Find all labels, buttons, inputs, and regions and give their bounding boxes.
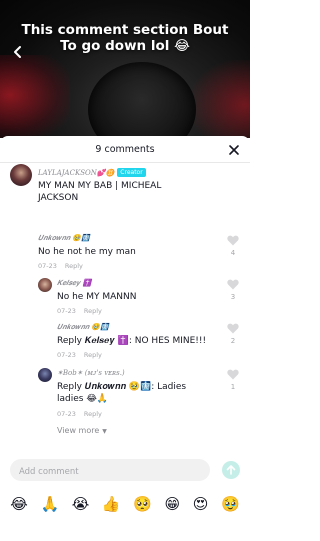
comment-sheet: 9 comments LAYLAJACKSON💕♊ Creator MY MAN … [0,136,250,541]
comment-input[interactable] [10,461,210,483]
comment-input-container [10,459,210,483]
emoji-button[interactable]: 😭 [72,495,90,513]
send-arrow-icon [226,465,236,475]
comment-date: 07-23 [38,262,57,270]
like-count: 2 [230,337,236,345]
heart-icon[interactable] [227,235,239,246]
emoji-quick-bar: 😂 🙏 😭 👍 🥺 😁 😍 🥹 [0,492,250,516]
comment-username[interactable]: ✶𝐵𝑜𝑏✶ (ᴍᴊ's ᴠᴇʀs.) [57,369,125,377]
video-caption: This comment section Bout To go down lol… [0,22,250,54]
avatar[interactable] [10,164,32,186]
emoji-button[interactable]: 👍 [102,495,121,513]
caption-line-2: To go down lol 😂 [60,38,190,54]
creator-badge: Creator [117,168,146,177]
comment-sheet-header: 9 comments [0,136,250,162]
comment-text: MY MAN MY BAB | MICHEAL JACKSON [38,181,162,203]
heart-icon[interactable] [227,369,239,380]
send-button[interactable] [222,461,240,479]
close-icon[interactable] [227,143,241,157]
like-count: 3 [230,293,236,301]
comment-text: Reply 𝑲𝒆𝒍𝒔𝒆𝒚 ✝️: NO HES MINE!!! [57,336,207,346]
comment-count: 9 comments [95,144,155,155]
comment-username[interactable]: LAYLAJACKSON💕♊ Creator [38,168,146,177]
chevron-down-icon: ▼ [102,428,107,435]
comment-text: Reply 𝑼𝒏𝒌𝒐𝒘𝒏𝒏 🥹🩻: Ladies ladies 😂🙏 [57,382,187,404]
reply-button[interactable]: Reply [65,262,83,270]
avatar[interactable] [38,368,52,382]
back-arrow-icon[interactable] [10,44,26,60]
comment-meta: 07-23 Reply [57,307,110,315]
comment-date: 07-23 [57,351,76,359]
comment-date: 07-23 [57,307,76,315]
avatar[interactable] [38,278,52,292]
emoji-button[interactable]: 😁 [164,495,180,513]
like-count: 4 [230,249,236,257]
comment-username[interactable]: 𝑲𝒆𝒍𝒔𝒆𝒚 ✝️ [57,279,91,288]
comment-username[interactable]: 𝑼𝒏𝒌𝒐𝒘𝒏𝒏 🥹🩻 [57,323,109,332]
comment-meta: 07-23 Reply [38,262,91,270]
comment-text: No he not he my man [38,247,136,257]
comment-date: 07-23 [57,410,76,418]
username-text: LAYLAJACKSON💕♊ [38,169,115,177]
comment-meta: 07-23 Reply [57,351,110,359]
reply-button[interactable]: Reply [84,351,102,359]
emoji-button[interactable]: 🙏 [40,495,59,513]
reply-button[interactable]: Reply [84,307,102,315]
emoji-button[interactable]: 🥺 [133,495,152,513]
reply-button[interactable]: Reply [84,410,102,418]
performer-silhouette [88,62,196,138]
heart-icon[interactable] [227,279,239,290]
emoji-button[interactable]: 😂 [10,495,28,513]
heart-icon[interactable] [227,323,239,334]
header-divider [0,162,250,163]
comment-username[interactable]: 𝑼𝒏𝒌𝒐𝒘𝒏𝒏 🥹🩻 [38,234,90,243]
stage-light-left [0,55,70,138]
like-count: 1 [230,383,236,391]
emoji-button[interactable]: 😍 [193,495,209,513]
stage-light-right [190,60,250,138]
comment-text: No he MY MANNN [57,292,137,302]
view-more-label: View more [57,426,100,435]
comment-meta: 07-23 Reply [57,410,110,418]
video-background: This comment section Bout To go down lol… [0,0,250,138]
caption-line-1: This comment section Bout [21,22,229,38]
emoji-button[interactable]: 🥹 [221,495,240,513]
view-more-button[interactable]: View more ▼ [57,426,107,435]
